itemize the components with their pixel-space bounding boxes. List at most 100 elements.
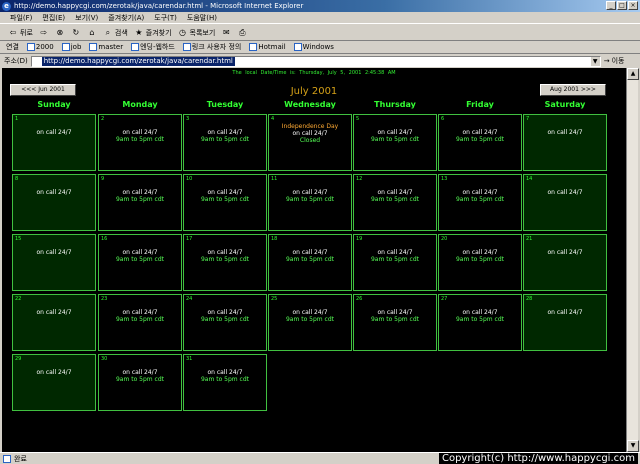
- day-header-thursday: Thursday: [374, 100, 416, 109]
- menu-tools[interactable]: 도구(T): [154, 13, 177, 23]
- refresh-icon[interactable]: ↻: [71, 28, 81, 38]
- link-text: 링크 사용자 정의: [191, 43, 242, 51]
- page-content: The local Date/Time is: Thursday, July 5…: [2, 68, 626, 452]
- calendar-day-25[interactable]: 25 on call 24/7 9am to 5pm cdt: [268, 294, 352, 351]
- menu-favorites[interactable]: 즐겨찾기(A): [108, 13, 144, 23]
- day-number: 5: [356, 116, 360, 122]
- status-text: 완료: [14, 454, 27, 463]
- calendar-day-5[interactable]: 5 on call 24/7 9am to 5pm cdt: [353, 114, 437, 171]
- page-icon: [131, 43, 140, 51]
- calendar-day-10[interactable]: 10 on call 24/7 9am to 5pm cdt: [183, 174, 267, 231]
- link-job[interactable]: job: [61, 43, 81, 51]
- day-events: on call 24/7 9am to 5pm cdt: [99, 129, 181, 143]
- next-month-button[interactable]: Aug 2001 >>>: [540, 84, 606, 96]
- event-on-call: on call 24/7: [207, 249, 243, 256]
- calendar-day-27[interactable]: 27 on call 24/7 9am to 5pm cdt: [438, 294, 522, 351]
- minimize-button[interactable]: _: [606, 1, 616, 10]
- chevron-down-icon[interactable]: ▼: [590, 56, 600, 66]
- day-number: 27: [441, 296, 448, 302]
- calendar-day-19[interactable]: 19 on call 24/7 9am to 5pm cdt: [353, 234, 437, 291]
- calendar-day-24[interactable]: 24 on call 24/7 9am to 5pm cdt: [183, 294, 267, 351]
- event-on-call: on call 24/7: [36, 189, 72, 196]
- back-button[interactable]: ⇦ 뒤로: [8, 28, 33, 38]
- menu-view[interactable]: 보기(V): [75, 13, 98, 23]
- go-button[interactable]: → 이동: [604, 56, 625, 66]
- calendar-day-26[interactable]: 26 on call 24/7 9am to 5pm cdt: [353, 294, 437, 351]
- calendar-day-23[interactable]: 23 on call 24/7 9am to 5pm cdt: [98, 294, 182, 351]
- calendar-day-28[interactable]: 28 on call 24/7: [523, 294, 607, 351]
- day-events: on call 24/7: [13, 189, 95, 196]
- calendar-day-6[interactable]: 6 on call 24/7 9am to 5pm cdt: [438, 114, 522, 171]
- calendar-day-12[interactable]: 12 on call 24/7 9am to 5pm cdt: [353, 174, 437, 231]
- maximize-button[interactable]: □: [617, 1, 627, 10]
- event-hours: 9am to 5pm cdt: [115, 196, 164, 203]
- day-events: on call 24/7 9am to 5pm cdt: [184, 189, 266, 203]
- day-number: 31: [186, 356, 193, 362]
- day-number: 28: [526, 296, 533, 302]
- mail-icon[interactable]: ✉: [221, 28, 231, 38]
- link-webhard[interactable]: 엔딩-웹하드: [131, 42, 175, 52]
- link-text: Hotmail: [258, 43, 286, 51]
- holiday-name: Independence Day: [281, 123, 339, 130]
- links-bar: 연결 2000 job master 엔딩-웹하드 링크 사용자 정의 Hotm…: [0, 41, 640, 54]
- scroll-up-icon[interactable]: ▲: [627, 68, 639, 80]
- event-on-call: on call 24/7: [122, 249, 158, 256]
- calendar-day-17[interactable]: 17 on call 24/7 9am to 5pm cdt: [183, 234, 267, 291]
- calendar-day-29[interactable]: 29 on call 24/7: [12, 354, 96, 411]
- search-button[interactable]: ⌕ 검색: [103, 28, 128, 38]
- print-icon[interactable]: ⎙: [237, 28, 247, 38]
- calendar-day-1[interactable]: 1 on call 24/7: [12, 114, 96, 171]
- calendar-day-22[interactable]: 22 on call 24/7: [12, 294, 96, 351]
- calendar-day-4[interactable]: 4 Independence Day on call 24/7 Closed: [268, 114, 352, 171]
- calendar-day-20[interactable]: 20 on call 24/7 9am to 5pm cdt: [438, 234, 522, 291]
- calendar-day-8[interactable]: 8 on call 24/7: [12, 174, 96, 231]
- link-windows[interactable]: Windows: [293, 43, 334, 51]
- menu-edit[interactable]: 편집(E): [42, 13, 65, 23]
- history-button[interactable]: ◷ 목록보기: [178, 28, 215, 38]
- day-number: 12: [356, 176, 363, 182]
- calendar-day-11[interactable]: 11 on call 24/7 9am to 5pm cdt: [268, 174, 352, 231]
- menu-help[interactable]: 도움말(H): [187, 13, 217, 23]
- calendar-day-3[interactable]: 3 on call 24/7 9am to 5pm cdt: [183, 114, 267, 171]
- event-on-call: on call 24/7: [207, 189, 243, 196]
- address-input[interactable]: http://demo.happycgi.com/zerotak/java/ca…: [30, 55, 601, 67]
- link-hotmail[interactable]: Hotmail: [249, 43, 286, 51]
- vertical-scrollbar[interactable]: ▲ ▼: [626, 68, 639, 452]
- day-number: 25: [271, 296, 278, 302]
- stop-icon[interactable]: ⊗: [55, 28, 65, 38]
- calendar-day-14[interactable]: 14 on call 24/7: [523, 174, 607, 231]
- calendar-day-13[interactable]: 13 on call 24/7 9am to 5pm cdt: [438, 174, 522, 231]
- favorites-button[interactable]: ★ 즐겨찾기: [134, 28, 171, 38]
- day-number: 9: [101, 176, 105, 182]
- event-on-call: on call 24/7: [207, 309, 243, 316]
- day-events: on call 24/7 9am to 5pm cdt: [99, 369, 181, 383]
- link-customize[interactable]: 링크 사용자 정의: [182, 42, 242, 52]
- calendar-day-31[interactable]: 31 on call 24/7 9am to 5pm cdt: [183, 354, 267, 411]
- scroll-down-icon[interactable]: ▼: [627, 440, 639, 452]
- calendar-day-18[interactable]: 18 on call 24/7 9am to 5pm cdt: [268, 234, 352, 291]
- day-events: Independence Day on call 24/7 Closed: [269, 123, 351, 144]
- event-on-call: on call 24/7: [36, 129, 72, 136]
- calendar-day-2[interactable]: 2 on call 24/7 9am to 5pm cdt: [98, 114, 182, 171]
- day-number: 10: [186, 176, 193, 182]
- day-number: 2: [101, 116, 105, 122]
- home-icon[interactable]: ⌂: [87, 28, 97, 38]
- forward-arrow-icon[interactable]: ⇨: [39, 28, 49, 38]
- day-events: on call 24/7: [524, 189, 606, 196]
- day-number: 3: [186, 116, 190, 122]
- day-number: 14: [526, 176, 533, 182]
- calendar-day-9[interactable]: 9 on call 24/7 9am to 5pm cdt: [98, 174, 182, 231]
- calendar-day-16[interactable]: 16 on call 24/7 9am to 5pm cdt: [98, 234, 182, 291]
- calendar-day-7[interactable]: 7 on call 24/7: [523, 114, 607, 171]
- calendar-day-15[interactable]: 15 on call 24/7: [12, 234, 96, 291]
- link-master[interactable]: master: [89, 43, 123, 51]
- close-button[interactable]: ×: [628, 1, 638, 10]
- calendar-day-30[interactable]: 30 on call 24/7 9am to 5pm cdt: [98, 354, 182, 411]
- day-events: on call 24/7: [13, 129, 95, 136]
- link-2000[interactable]: 2000: [26, 43, 54, 51]
- calendar-day-21[interactable]: 21 on call 24/7: [523, 234, 607, 291]
- menu-file[interactable]: 파일(F): [10, 13, 32, 23]
- copyright-watermark: Copyright(c) http://www.happycgi.com: [438, 453, 638, 464]
- event-on-call: on call 24/7: [462, 189, 498, 196]
- event-on-call: on call 24/7: [377, 249, 413, 256]
